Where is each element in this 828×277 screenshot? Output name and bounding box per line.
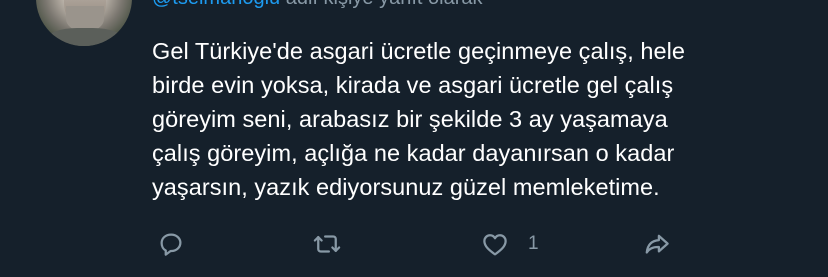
like-button[interactable]: 1 xyxy=(480,226,539,262)
avatar[interactable] xyxy=(36,0,132,46)
tweet-text: Gel Türkiye'de asgari ücretle geçinmeye … xyxy=(152,34,802,204)
like-count: 1 xyxy=(528,233,539,254)
tweet-text-line: yaşarsın, yazık ediyorsunuz güzel memlek… xyxy=(152,174,660,200)
speech-bubble-icon xyxy=(160,233,182,256)
tweet-text-line: birde evin yoksa, kirada ve asgari ücret… xyxy=(152,72,674,98)
heart-icon xyxy=(483,234,507,256)
reply-handle-link[interactable]: @tselmanoglu xyxy=(152,0,280,9)
reply-context-label: adlı kişiye yanıt olarak xyxy=(280,0,483,9)
share-button[interactable] xyxy=(642,226,672,262)
tweet-text-line: çalış göreyim, açlığa ne kadar dayanırsa… xyxy=(152,140,675,166)
tweet-text-line: Gel Türkiye'de asgari ücretle geçinmeye … xyxy=(152,38,685,64)
tweet-card[interactable]: @tselmanoglu adlı kişiye yanıt olarak Ge… xyxy=(0,0,828,277)
reply-context: @tselmanoglu adlı kişiye yanıt olarak xyxy=(152,0,482,12)
retweet-button[interactable] xyxy=(312,226,342,262)
share-arrow-icon xyxy=(645,234,669,254)
avatar-shirt xyxy=(46,28,124,46)
tweet-text-line: göreyim seni, arabasız bir şekilde 3 ay … xyxy=(152,106,668,132)
reply-button[interactable] xyxy=(156,226,186,262)
retweet-arrows-icon xyxy=(313,235,341,253)
tweet-actions: 1 xyxy=(152,226,712,262)
